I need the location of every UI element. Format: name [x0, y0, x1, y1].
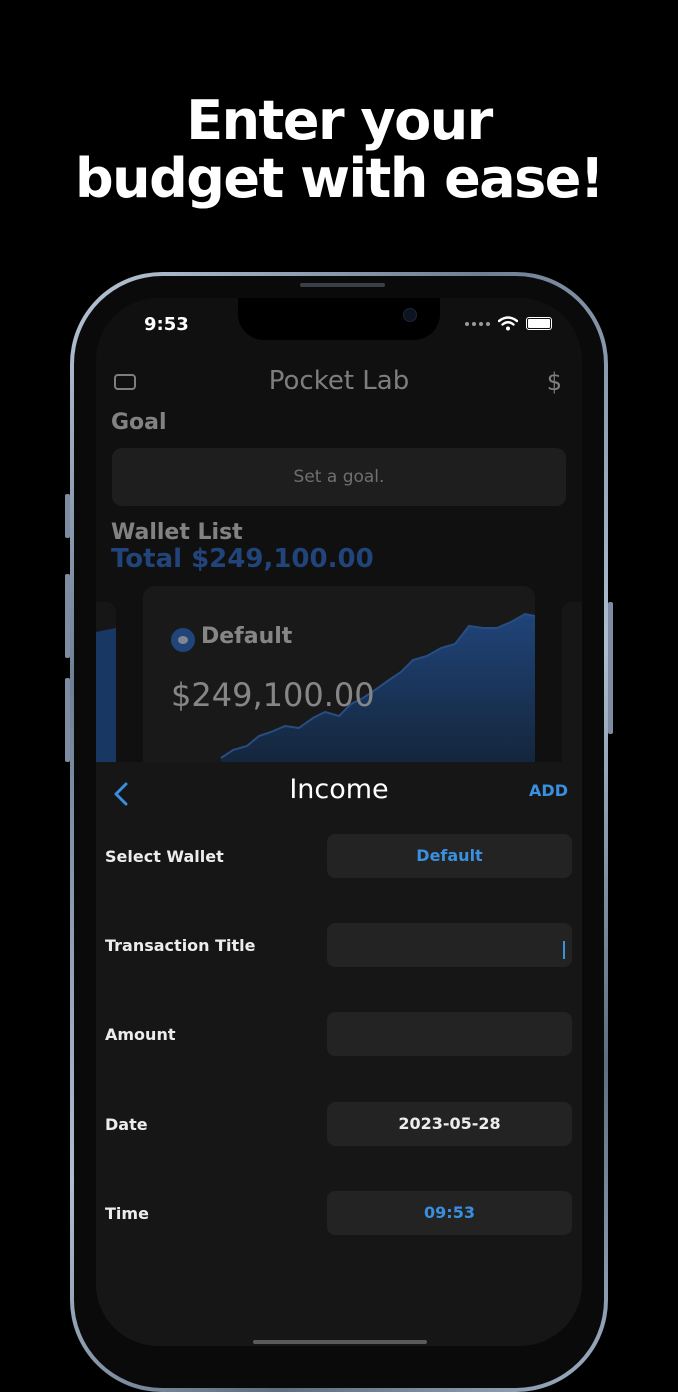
date-label: Date — [105, 1115, 148, 1134]
volume-up-button — [65, 574, 70, 658]
select-wallet-field[interactable]: Default — [327, 834, 572, 878]
transaction-title-input[interactable] — [327, 923, 572, 967]
wifi-icon — [498, 316, 518, 331]
status-time: 9:53 — [144, 314, 189, 335]
speaker-grille — [300, 283, 385, 287]
wallet-dot-icon — [171, 628, 195, 652]
date-picker[interactable]: 2023-05-28 — [327, 1102, 572, 1146]
income-sheet: Income ADD Select Wallet Default Transac… — [96, 762, 582, 1346]
previous-card-chart — [96, 628, 116, 772]
time-picker[interactable]: 09:53 — [327, 1191, 572, 1235]
amount-label: Amount — [105, 1025, 176, 1044]
background-app: Pocket Lab $ Goal Set a goal. Wallet Lis… — [96, 298, 582, 786]
volume-down-button — [65, 678, 70, 762]
wallet-card-previous[interactable] — [96, 602, 116, 772]
amount-input[interactable] — [327, 1012, 572, 1056]
select-wallet-label: Select Wallet — [105, 847, 224, 866]
promo-line-2: budget with ease! — [74, 147, 605, 210]
wallet-total: Total $249,100.00 — [111, 544, 374, 574]
promo-headline: Enter your budget with ease! — [0, 92, 678, 208]
phone-screen: Pocket Lab $ Goal Set a goal. Wallet Lis… — [96, 298, 582, 1346]
text-cursor — [563, 941, 565, 959]
status-icons — [465, 316, 552, 331]
dollar-icon[interactable]: $ — [547, 368, 562, 396]
goal-box[interactable]: Set a goal. — [112, 448, 566, 506]
add-button[interactable]: ADD — [529, 781, 568, 800]
dynamic-notch — [238, 298, 440, 340]
sheet-title: Income — [289, 774, 389, 805]
signal-icon — [465, 321, 490, 326]
wallet-card-next[interactable] — [562, 602, 582, 772]
time-label: Time — [105, 1204, 149, 1223]
silent-switch — [65, 494, 70, 538]
app-title: Pocket Lab — [268, 366, 410, 396]
battery-icon — [526, 317, 552, 330]
home-indicator[interactable] — [253, 1340, 427, 1344]
wallet-list-heading: Wallet List — [111, 520, 243, 545]
power-button — [608, 602, 613, 734]
wallet-card-name: Default — [201, 624, 293, 649]
wallet-card-balance: $249,100.00 — [171, 676, 375, 714]
promo-line-1: Enter your — [186, 89, 493, 152]
wallet-card[interactable]: Default $249,100.00 — [143, 586, 535, 786]
camera-icon — [403, 308, 417, 322]
goal-heading: Goal — [111, 410, 167, 435]
transaction-title-label: Transaction Title — [105, 936, 256, 955]
